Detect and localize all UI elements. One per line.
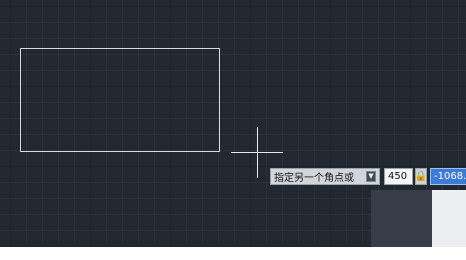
command-prompt-box: 指定另一个角点或 ▼ [270, 168, 380, 185]
light-panel [432, 190, 466, 247]
crosshair-vertical [257, 127, 258, 178]
first-coordinate-field[interactable]: 450 [384, 168, 413, 185]
second-coordinate-field[interactable]: -1068. [430, 168, 466, 185]
lock-icon[interactable]: 🔒 [415, 168, 427, 185]
dynamic-input-tooltip: 指定另一个角点或 ▼ 450 🔒 -1068. [270, 167, 466, 186]
rectangle-preview [20, 48, 220, 152]
dark-panel [371, 190, 432, 247]
command-prompt-text: 指定另一个角点或 [274, 173, 354, 184]
down-arrow-icon[interactable]: ▼ [366, 171, 376, 182]
drawing-canvas[interactable]: 指定另一个角点或 ▼ 450 🔒 -1068. [0, 0, 466, 247]
